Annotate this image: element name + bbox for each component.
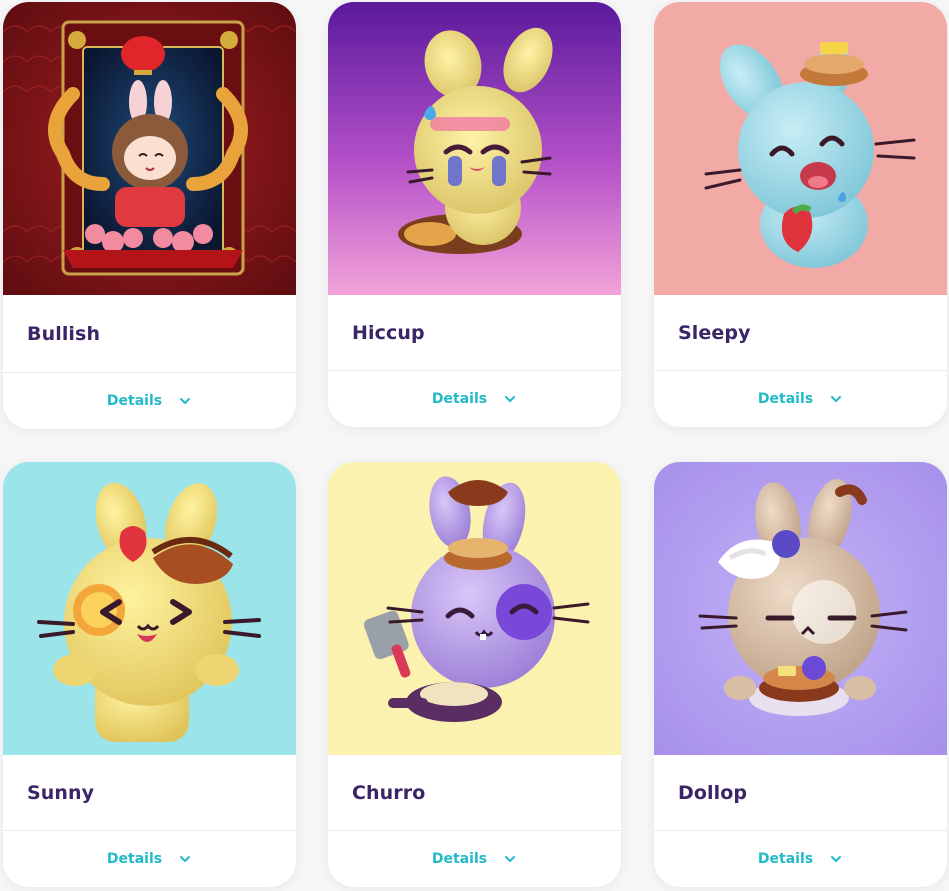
- character-card: Bullish Details: [3, 2, 296, 429]
- character-card: Sunny Details: [3, 462, 296, 887]
- churro-artwork: [328, 462, 621, 755]
- card-image-sunny[interactable]: [3, 462, 296, 755]
- details-toggle[interactable]: Details: [328, 831, 621, 887]
- card-image-dollop[interactable]: [654, 462, 947, 755]
- card-image-churro[interactable]: [328, 462, 621, 755]
- card-body: Sleepy: [654, 295, 947, 371]
- card-title: Hiccup: [352, 321, 425, 344]
- card-title: Sleepy: [678, 321, 751, 344]
- details-label: Details: [106, 393, 163, 409]
- hiccup-artwork: [328, 2, 621, 295]
- sunny-artwork: [3, 462, 296, 755]
- details-toggle[interactable]: Details: [3, 831, 296, 887]
- card-title: Bullish: [27, 322, 101, 345]
- card-title: Churro: [352, 781, 426, 804]
- chevron-down-icon: [829, 392, 843, 406]
- details-toggle[interactable]: Details: [328, 371, 621, 427]
- chevron-down-icon: [503, 392, 517, 406]
- character-card: Churro Details: [328, 462, 621, 887]
- card-image-bullish[interactable]: [3, 2, 296, 295]
- card-body: Dollop: [654, 755, 947, 831]
- card-title: Sunny: [27, 781, 95, 804]
- details-label: Details: [757, 391, 814, 407]
- details-toggle[interactable]: Details: [654, 831, 947, 887]
- card-title: Dollop: [678, 781, 748, 804]
- card-body: Hiccup: [328, 295, 621, 371]
- card-body: Churro: [328, 755, 621, 831]
- sleepy-artwork: [654, 2, 947, 295]
- details-label: Details: [431, 391, 488, 407]
- details-label: Details: [106, 851, 163, 867]
- dollop-artwork: [654, 462, 947, 755]
- character-card: Dollop Details: [654, 462, 947, 887]
- chevron-down-icon: [178, 394, 192, 408]
- bullish-artwork: [3, 2, 296, 295]
- character-card: Sleepy Details: [654, 2, 947, 427]
- card-image-hiccup[interactable]: [328, 2, 621, 295]
- details-toggle[interactable]: Details: [3, 373, 296, 429]
- card-image-sleepy[interactable]: [654, 2, 947, 295]
- details-toggle[interactable]: Details: [654, 371, 947, 427]
- card-body: Bullish: [3, 295, 296, 373]
- details-label: Details: [431, 851, 488, 867]
- details-label: Details: [757, 851, 814, 867]
- chevron-down-icon: [503, 852, 517, 866]
- character-card: Hiccup Details: [328, 2, 621, 427]
- card-body: Sunny: [3, 755, 296, 831]
- chevron-down-icon: [178, 852, 192, 866]
- chevron-down-icon: [829, 852, 843, 866]
- card-grid: Bullish Details Hiccup Details Sleepy De…: [0, 0, 949, 891]
